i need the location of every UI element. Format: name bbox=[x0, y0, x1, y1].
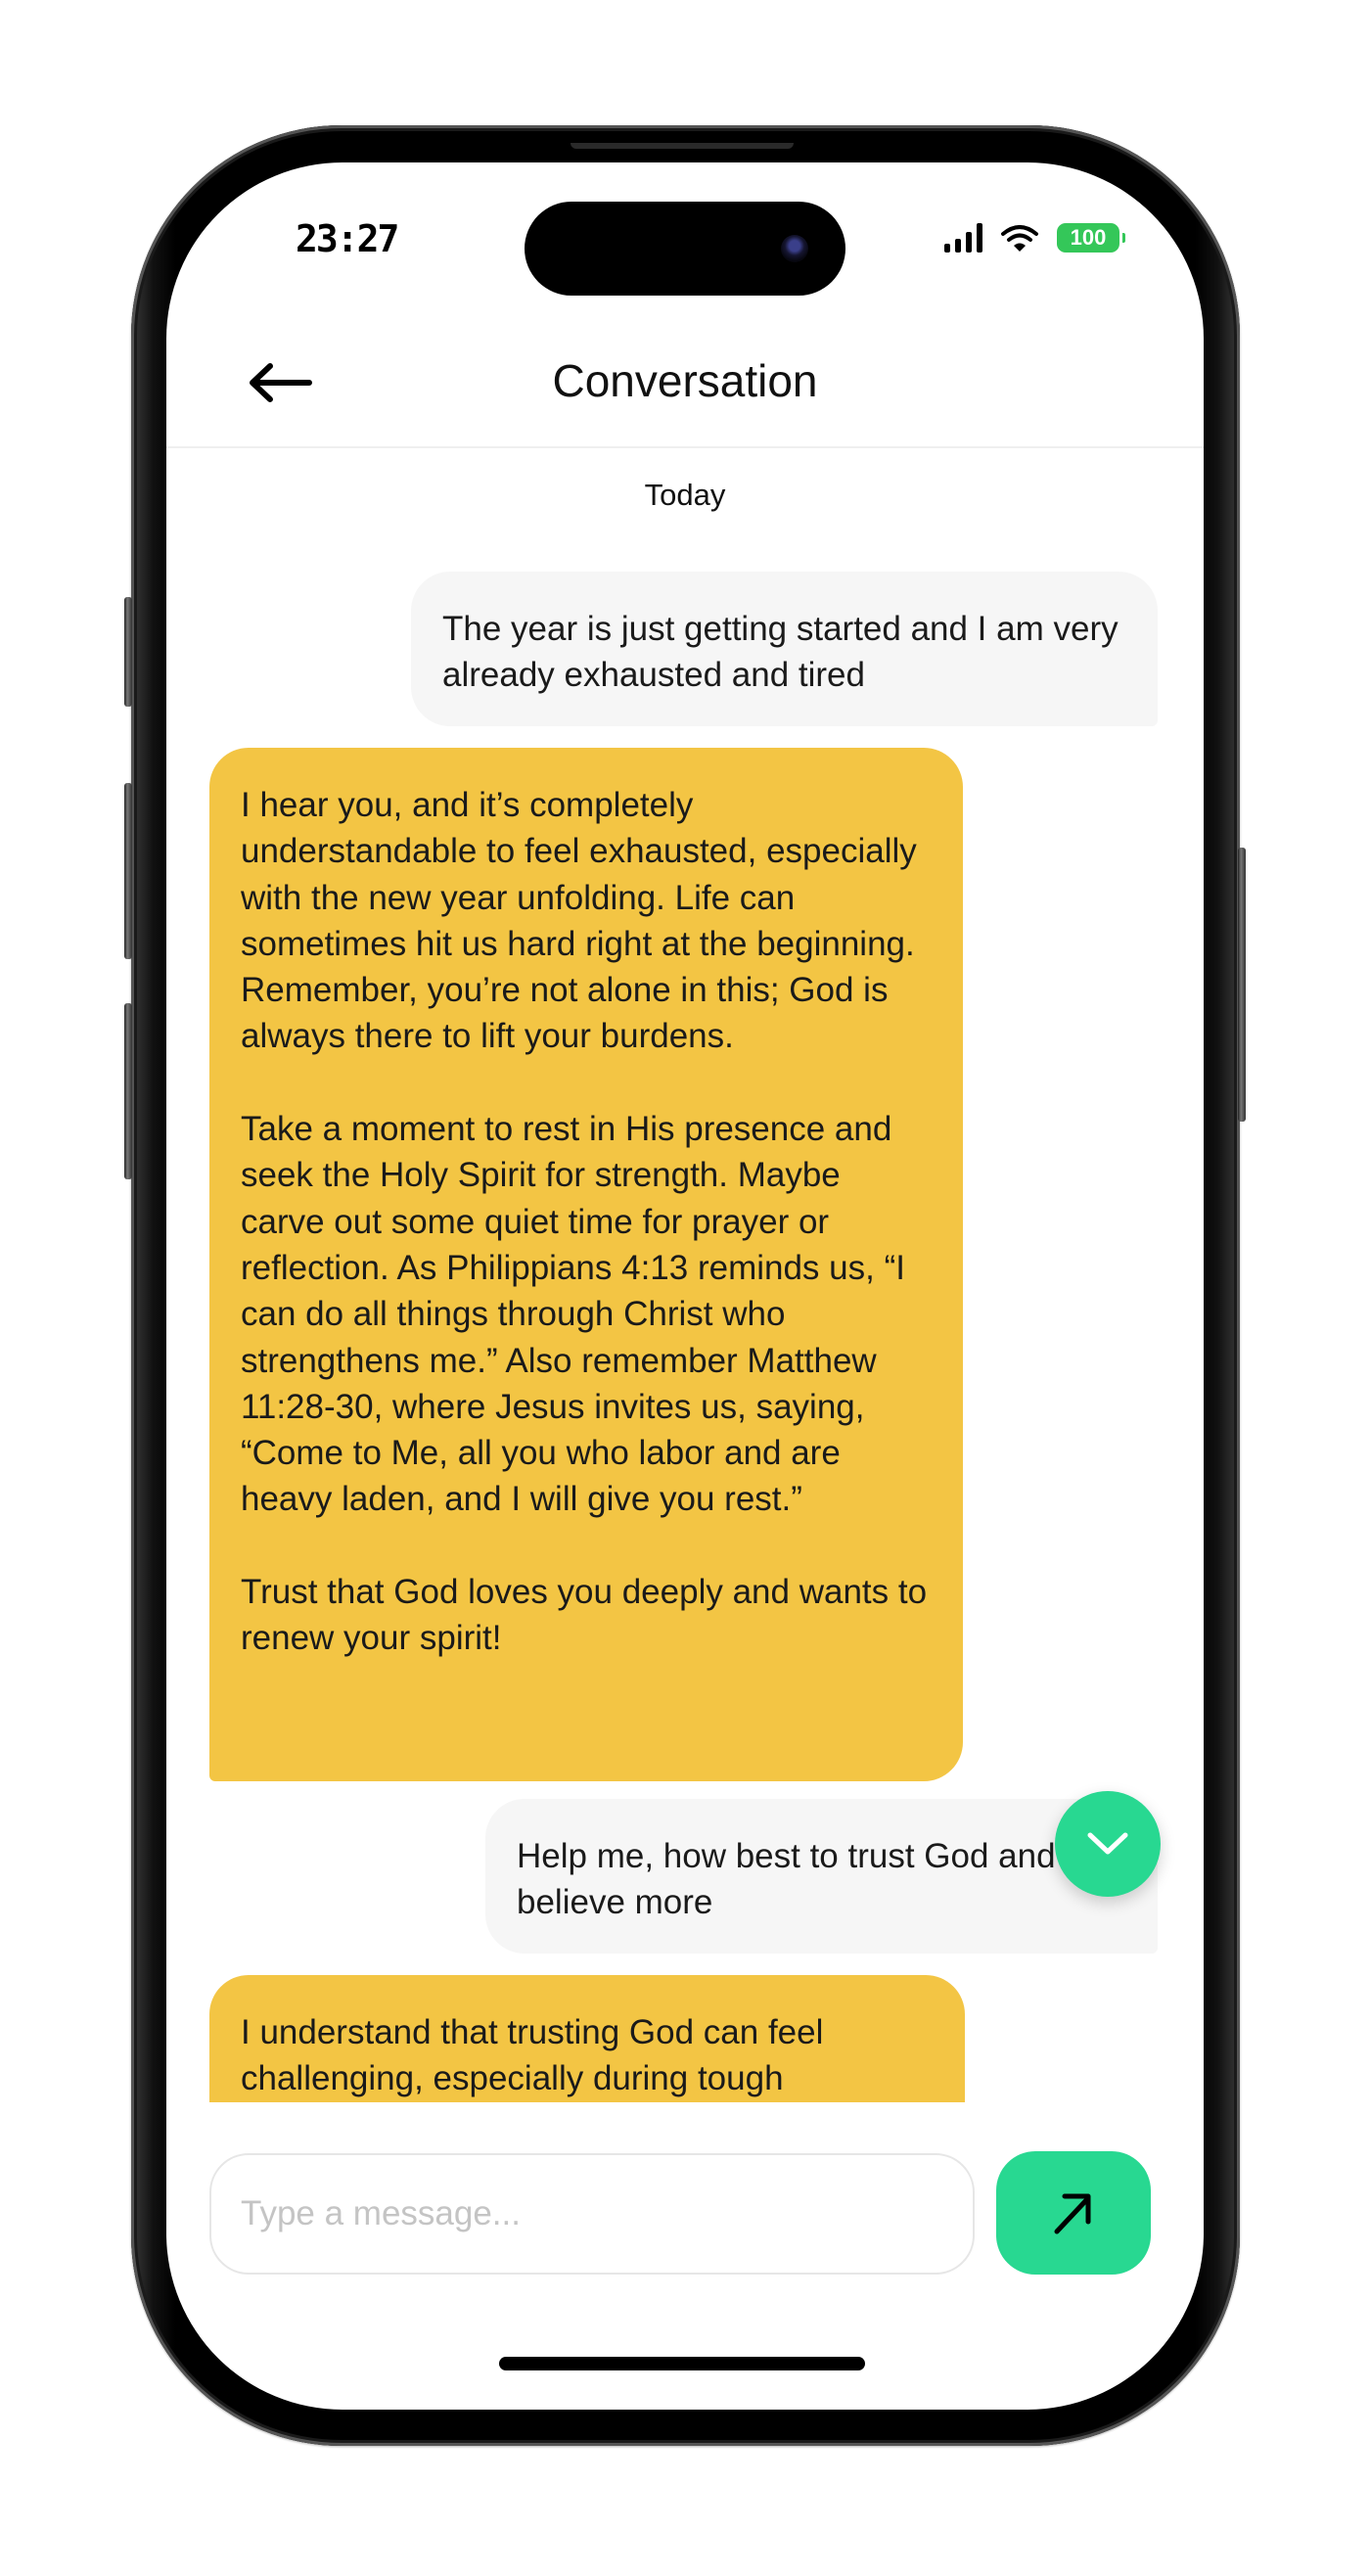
assistant-message: I hear you, and it’s completely understa… bbox=[209, 748, 963, 1781]
scroll-to-bottom-button[interactable] bbox=[1055, 1791, 1161, 1897]
volume-up-button bbox=[124, 783, 132, 959]
user-message: The year is just getting started and I a… bbox=[411, 572, 1158, 726]
send-button[interactable] bbox=[996, 2151, 1151, 2275]
message-list[interactable]: Today The year is just getting started a… bbox=[166, 448, 1204, 2102]
app-header: Conversation bbox=[166, 309, 1204, 448]
action-button bbox=[124, 597, 132, 707]
message-input[interactable] bbox=[209, 2153, 975, 2275]
phone-screen: 23:27 100 Conversation Today The year is… bbox=[166, 162, 1204, 2410]
status-icons: 100 bbox=[944, 223, 1125, 253]
assistant-message: I understand that trusting God can feel … bbox=[209, 1975, 965, 2102]
volume-down-button bbox=[124, 1003, 132, 1179]
date-separator: Today bbox=[644, 478, 726, 512]
chevron-down-icon bbox=[1087, 1832, 1128, 1855]
battery-icon: 100 bbox=[1057, 223, 1125, 253]
status-time: 23:27 bbox=[296, 217, 399, 260]
phone-top-seam bbox=[571, 143, 794, 149]
arrow-up-right-icon bbox=[1054, 2193, 1091, 2234]
wifi-icon bbox=[1001, 225, 1038, 252]
signal-icon bbox=[944, 223, 982, 253]
power-button bbox=[1238, 848, 1246, 1122]
user-message: Help me, how best to trust God and belie… bbox=[485, 1799, 1158, 1954]
camera-icon bbox=[781, 235, 808, 262]
page-title: Conversation bbox=[552, 355, 818, 406]
home-indicator[interactable] bbox=[499, 2357, 865, 2370]
dynamic-island bbox=[525, 202, 845, 296]
